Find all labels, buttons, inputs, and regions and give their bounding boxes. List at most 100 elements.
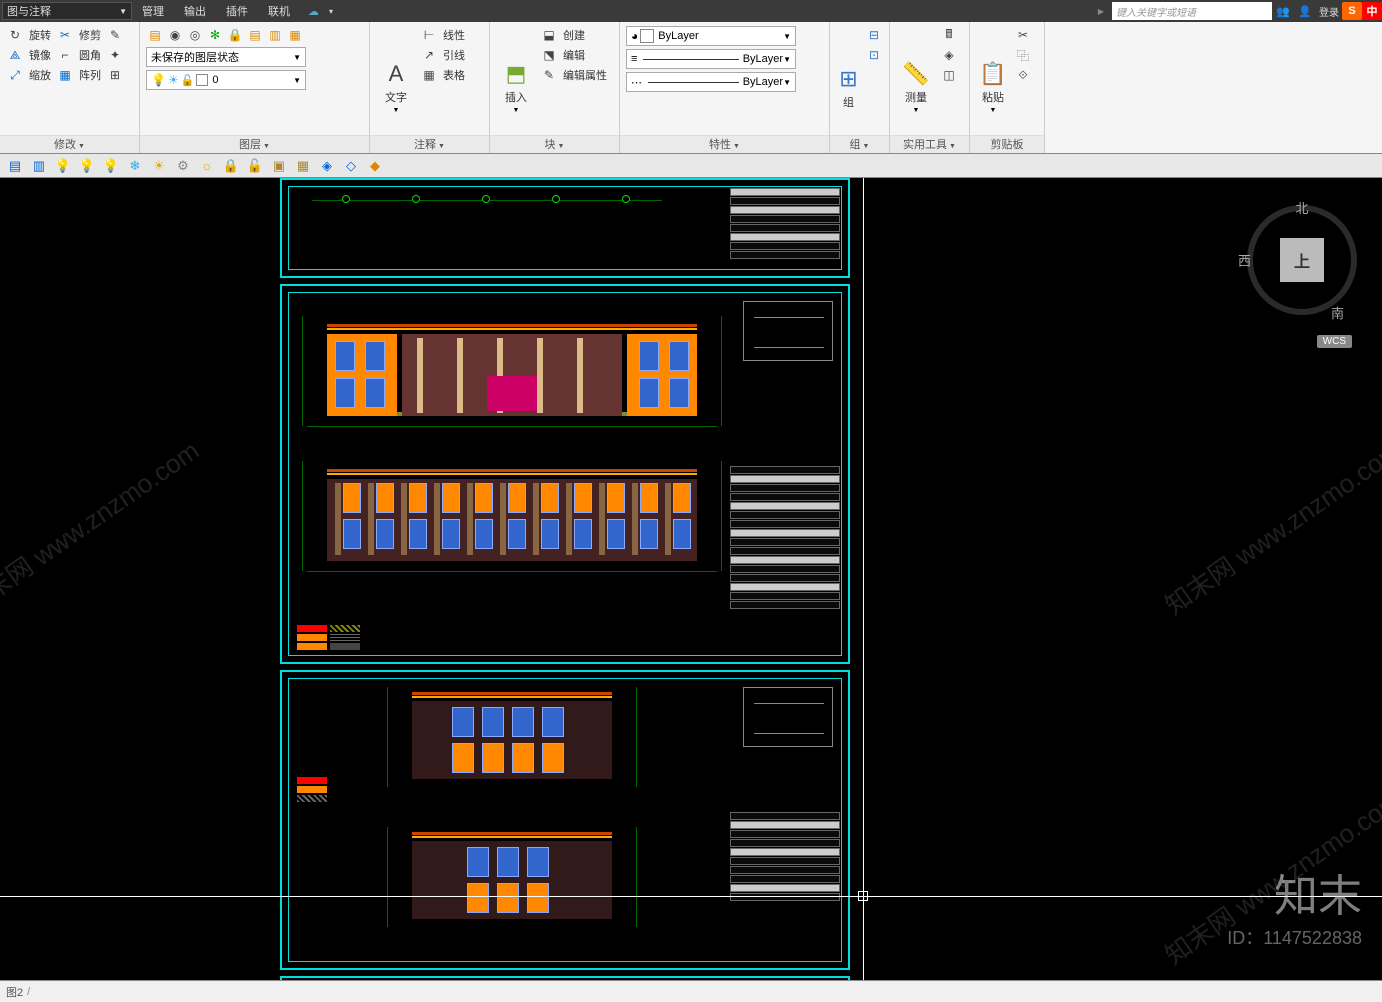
edit-block-icon[interactable]: ⬔ bbox=[540, 46, 558, 64]
layers-stack-icon[interactable]: ▤ bbox=[6, 157, 24, 175]
insert-button[interactable]: ⬒ 插入 ▼ bbox=[496, 26, 536, 149]
panel-label-annotate[interactable]: 注释▼ bbox=[370, 135, 489, 153]
sogou-ime-icon[interactable]: S bbox=[1342, 2, 1362, 20]
ime-lang-icon[interactable]: 中 bbox=[1362, 2, 1382, 20]
calculator-icon[interactable]: 🖩 bbox=[940, 26, 958, 44]
workspace-selector[interactable]: 图与注释 ▼ bbox=[2, 2, 132, 20]
pencil-icon[interactable]: ✎ bbox=[106, 26, 124, 44]
layer-match-icon[interactable]: ▥ bbox=[266, 26, 284, 44]
rotate-button[interactable]: 旋转 bbox=[26, 27, 54, 43]
table-icon[interactable]: ▦ bbox=[420, 66, 438, 84]
panel-label-modify[interactable]: 修改▼ bbox=[0, 135, 139, 153]
viewcube-west[interactable]: 西 bbox=[1238, 251, 1251, 270]
trim-button[interactable]: 修剪 bbox=[76, 27, 104, 43]
edit-attr-button[interactable]: 编辑属性 bbox=[560, 67, 610, 83]
layer-off-icon[interactable]: ◉ bbox=[166, 26, 184, 44]
mirror-button[interactable]: 镜像 bbox=[26, 47, 54, 63]
unlock-icon[interactable]: 🔓 bbox=[246, 157, 264, 175]
copy-icon[interactable]: ⿻ bbox=[1014, 46, 1032, 64]
panel-label-block[interactable]: 块▼ bbox=[490, 135, 619, 153]
lightbulb-on-icon[interactable]: 💡 bbox=[54, 157, 72, 175]
stretch-icon[interactable]: ⊞ bbox=[106, 66, 124, 84]
trim-icon[interactable]: ✂ bbox=[56, 26, 74, 44]
layout-tab[interactable]: 图2 bbox=[6, 984, 23, 1000]
layer-freeze-icon[interactable]: ✻ bbox=[206, 26, 224, 44]
table-button[interactable]: 表格 bbox=[440, 67, 468, 83]
layer-lock-icon[interactable]: 🔒 bbox=[226, 26, 244, 44]
color-dropdown[interactable]: ◕ ByLayer ▼ bbox=[626, 26, 796, 46]
sun-icon[interactable]: ☀ bbox=[150, 157, 168, 175]
point-icon[interactable]: ◈ bbox=[940, 46, 958, 64]
viewcube-south[interactable]: 南 bbox=[1331, 303, 1344, 322]
match-prop-icon[interactable]: ⟐ bbox=[1014, 66, 1032, 84]
layer-delete-icon[interactable]: ◆ bbox=[366, 157, 384, 175]
viewcube-ring[interactable] bbox=[1247, 205, 1357, 315]
layer-prev-icon[interactable]: ▦ bbox=[286, 26, 304, 44]
sun2-icon[interactable]: ☼ bbox=[198, 157, 216, 175]
panel-label-group[interactable]: 组▼ bbox=[830, 135, 889, 153]
panel-label-layers[interactable]: 图层▼ bbox=[140, 135, 369, 153]
linear-dim-icon[interactable]: ⊢ bbox=[420, 26, 438, 44]
layer-state-dropdown[interactable]: 未保存的图层状态 ▼ bbox=[146, 47, 306, 67]
layer-walk-icon[interactable]: ▣ bbox=[270, 157, 288, 175]
people-icon[interactable]: 👥 bbox=[1274, 2, 1292, 20]
menu-manage[interactable]: 管理 bbox=[132, 3, 174, 19]
menu-online[interactable]: 联机 bbox=[258, 3, 300, 19]
current-layer-dropdown[interactable]: 💡 ☀ 🔓 0 ▼ bbox=[146, 70, 306, 90]
group-button[interactable]: ⊞ 组 bbox=[836, 26, 861, 149]
tab-scroll-icon[interactable]: / bbox=[27, 986, 30, 998]
wcs-badge[interactable]: WCS bbox=[1317, 335, 1352, 348]
linear-button[interactable]: 线性 bbox=[440, 27, 468, 43]
measure-button[interactable]: 📏 测量 ▼ bbox=[896, 26, 936, 149]
chevron-down-icon[interactable]: ▾ bbox=[319, 7, 343, 16]
layer-stack3-icon[interactable]: ◈ bbox=[318, 157, 336, 175]
text-button[interactable]: A 文字 ▼ bbox=[376, 26, 416, 149]
fillet-button[interactable]: 圆角 bbox=[76, 47, 104, 63]
ungroup-icon[interactable]: ⊟ bbox=[865, 26, 883, 44]
leader-icon[interactable]: ↗ bbox=[420, 46, 438, 64]
lock-icon[interactable]: 🔒 bbox=[222, 157, 240, 175]
create-block-icon[interactable]: ⬓ bbox=[540, 26, 558, 44]
layer-merge-icon[interactable]: ▦ bbox=[294, 157, 312, 175]
search-input[interactable]: 键入关键字或短语 bbox=[1112, 2, 1272, 20]
freeze-icon[interactable]: ❄ bbox=[126, 157, 144, 175]
leader-button[interactable]: 引线 bbox=[440, 47, 468, 63]
explode-icon[interactable]: ✦ bbox=[106, 46, 124, 64]
layers-stack2-icon[interactable]: ▥ bbox=[30, 157, 48, 175]
viewcube[interactable]: 上 北 西 南 bbox=[1242, 200, 1362, 320]
cloud-icon[interactable]: ☁ bbox=[308, 5, 319, 18]
dropdown-icon[interactable]: ▶ bbox=[1092, 2, 1110, 20]
lineweight-dropdown[interactable]: ≡ ByLayer ▼ bbox=[626, 49, 796, 69]
drawing-canvas[interactable]: 知末网 www.znzmo.com 知末网 www.znzmo.com 知末网 … bbox=[0, 178, 1382, 980]
layer-stack4-icon[interactable]: ◇ bbox=[342, 157, 360, 175]
layer-iso-icon[interactable]: ◎ bbox=[186, 26, 204, 44]
array-icon[interactable]: ▦ bbox=[56, 66, 74, 84]
group-edit-icon[interactable]: ⊡ bbox=[865, 46, 883, 64]
panel-layers: ▤ ◉ ◎ ✻ 🔒 ▤ ▥ ▦ 未保存的图层状态 ▼ 💡 ☀ 🔓 0 ▼ bbox=[140, 22, 370, 153]
gear-icon[interactable]: ⚙ bbox=[174, 157, 192, 175]
panel-label-utilities[interactable]: 实用工具▼ bbox=[890, 135, 969, 153]
layer-states-icon[interactable]: ▤ bbox=[246, 26, 264, 44]
edit-attr-icon[interactable]: ✎ bbox=[540, 66, 558, 84]
paste-button[interactable]: 📋 粘贴 ▼ bbox=[976, 26, 1010, 149]
rotate-icon[interactable]: ↻ bbox=[6, 26, 24, 44]
scale-icon[interactable]: ⤢ bbox=[6, 66, 24, 84]
edit-button[interactable]: 编辑 bbox=[560, 47, 588, 63]
linetype-dropdown[interactable]: ⋯ ByLayer ▼ bbox=[626, 72, 796, 92]
cut-icon[interactable]: ✂ bbox=[1014, 26, 1032, 44]
scale-button[interactable]: 缩放 bbox=[26, 67, 54, 83]
user-icon[interactable]: 👤 bbox=[1296, 2, 1314, 20]
login-button[interactable]: 登录 bbox=[1316, 4, 1342, 19]
panel-label-properties[interactable]: 特性▼ bbox=[620, 135, 829, 153]
create-button[interactable]: 创建 bbox=[560, 27, 588, 43]
menu-plugin[interactable]: 插件 bbox=[216, 3, 258, 19]
viewcube-north[interactable]: 北 bbox=[1295, 198, 1308, 217]
lightbulb2-icon[interactable]: 💡 bbox=[102, 157, 120, 175]
fillet-icon[interactable]: ⌐ bbox=[56, 46, 74, 64]
menu-output[interactable]: 输出 bbox=[174, 3, 216, 19]
layer-properties-icon[interactable]: ▤ bbox=[146, 26, 164, 44]
select-icon[interactable]: ◫ bbox=[940, 66, 958, 84]
array-button[interactable]: 阵列 bbox=[76, 67, 104, 83]
lightbulb-off-icon[interactable]: 💡 bbox=[78, 157, 96, 175]
mirror-icon[interactable]: ⟁ bbox=[6, 46, 24, 64]
